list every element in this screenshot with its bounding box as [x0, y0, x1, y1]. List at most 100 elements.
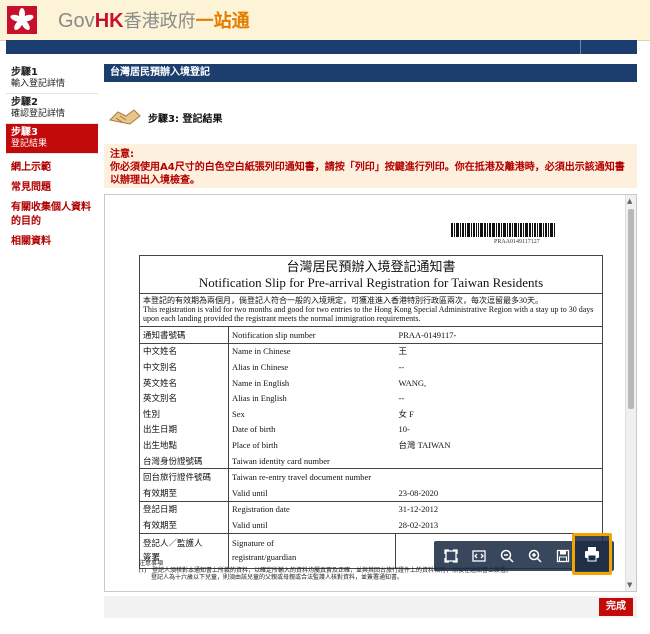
field-value: [396, 453, 603, 469]
field-value: [395, 468, 602, 485]
signature-en-line-1: Signature of: [232, 537, 274, 548]
step-2-subtitle: 確認登記詳情: [11, 109, 66, 119]
bauhinia-logo-icon[interactable]: [7, 6, 37, 34]
field-value: 23-08-2020: [398, 487, 439, 498]
field-label-cn: 英文姓名: [140, 374, 229, 391]
pdf-viewer[interactable]: PRAA0149117127 台灣居民預辦入境登記通知書 Notificatio…: [104, 194, 637, 592]
field-label-cn: 回台旅行證件號碼: [140, 468, 229, 485]
barcode-icon: [451, 223, 555, 237]
done-button[interactable]: 完成: [599, 598, 633, 616]
field-label-cn: 有效期至: [140, 517, 229, 534]
field-label-cn: 出生日期: [140, 421, 229, 438]
field-label-en: Notification slip number: [228, 326, 396, 344]
step-label: 步驟3: 登記結果: [148, 114, 223, 125]
slip-validity-note: 本登記的有效期為兩個月，倘登記人符合一般的入境規定，可獲准進入香港特別行政區兩次…: [140, 293, 602, 326]
slip-note-en: This registration is valid for two month…: [143, 305, 594, 323]
logo-cn2: 一站通: [195, 11, 250, 32]
table-row: 中文別名 Alias in Chinese --: [140, 359, 602, 375]
field-value: 王: [395, 342, 602, 360]
field-value: --: [398, 393, 405, 404]
bottom-bar: [104, 596, 637, 618]
table-row: 回台旅行證件號碼 Taiwan re-entry travel document …: [140, 468, 602, 485]
field-label-en: Valid until: [232, 519, 268, 530]
table-row: 英文姓名 Name in English WANG,: [140, 374, 602, 391]
slip-title-cn: 台灣居民預辦入境登記通知書: [286, 259, 456, 274]
fit-width-icon[interactable]: [468, 545, 490, 567]
field-label-en: Valid until: [232, 487, 268, 498]
logo-gov: Gov: [58, 10, 95, 32]
field-label-cn: 英文別名: [140, 390, 229, 406]
fit-page-icon[interactable]: [440, 545, 462, 567]
notice-text: 你必須使用A4尺寸的白色空白紙張列印通知書，請按「列印」按鍵進行列印。你在抵港及…: [110, 162, 625, 186]
sidebar: 步驟1 輸入登記詳情 步驟2 確認登記詳情 步驟3 登記結果 網上示範 常見問題…: [6, 64, 98, 252]
sidebar-links: 網上示範 常見問題 有關收集個人資料的目的 相關資料: [6, 158, 98, 252]
field-label-en: Sex: [232, 408, 245, 419]
field-label-en: Name in Chinese: [228, 342, 396, 360]
field-label-cn: 出生地點: [140, 437, 229, 453]
top-nav-bar: [6, 40, 637, 54]
save-icon[interactable]: [552, 545, 574, 567]
notice-box: 注意: 你必須使用A4尺寸的白色空白紙張列印通知書，請按「列印」按鍵進行列印。你…: [104, 144, 637, 188]
zoom-in-icon[interactable]: [524, 545, 546, 567]
field-label-en: Taiwan identity card number: [232, 455, 330, 466]
step-3-title: 步驟3: [11, 127, 38, 138]
sidebar-link-related[interactable]: 相關資料: [6, 232, 98, 252]
field-label-en: Alias in English: [232, 393, 287, 404]
field-label-en: Name in English: [232, 377, 290, 388]
field-label-en: Taiwan re-entry travel document number: [228, 468, 396, 485]
table-row: 性別 Sex 女 F: [140, 405, 602, 422]
print-button[interactable]: [572, 533, 612, 575]
viewer-scrollbar[interactable]: ▲ ▼: [625, 195, 636, 591]
field-value: 28-02-2013: [398, 519, 439, 530]
field-label-cn: 中文姓名: [140, 342, 229, 360]
field-value: 台灣 TAIWAN: [398, 439, 451, 450]
notification-slip: 台灣居民預辦入境登記通知書 Notification Slip for Pre-…: [139, 255, 603, 569]
step-2-title: 步驟2: [11, 97, 38, 108]
field-value: --: [398, 361, 405, 372]
field-label-cn: 通知書號碼: [140, 326, 229, 344]
logo-hk: HK: [94, 10, 124, 32]
table-row: 登記日期 Registration date 31-12-2012: [140, 500, 602, 518]
page-title: 台灣居民預辦入境登記: [104, 64, 637, 82]
field-label-en: Date of birth: [232, 424, 276, 435]
print-icon[interactable]: [581, 543, 603, 565]
scroll-thumb[interactable]: [628, 209, 634, 409]
sidebar-step-3: 步驟3 登記結果: [6, 124, 98, 154]
step-1-title: 步驟1: [11, 67, 38, 78]
table-row: 中文姓名 Name in Chinese 王: [140, 342, 602, 360]
table-row: 通知書號碼 Notification slip number PRAA-014911…: [140, 326, 602, 344]
slip-details-table: 通知書號碼 Notification slip number PRAA-014911…: [140, 326, 602, 568]
field-value: PRAA-0149117-: [395, 326, 602, 344]
sidebar-step-1: 步驟1 輸入登記詳情: [6, 64, 98, 94]
zoom-out-icon[interactable]: [496, 545, 518, 567]
notice-heading: 注意:: [110, 149, 134, 160]
step-1-subtitle: 輸入登記詳情: [11, 79, 66, 89]
field-value: WANG,: [398, 377, 427, 388]
sidebar-link-demo[interactable]: 網上示範: [6, 158, 98, 178]
footnote-line-2: 登記人為十六歲以下兒童，則須由該兒童的父親或母親或合法監護人核對資料，並簽署通知…: [139, 575, 404, 581]
logo-cn: 香港政府: [123, 11, 196, 32]
site-header: GovHK香港政府一站通: [0, 0, 650, 41]
slip-note-cn: 本登記的有效期為兩個月，倘登記人符合一般的入境規定，可獲准進入香港特別行政區兩次…: [143, 296, 543, 305]
field-label-cn: 台灣身份證號碼: [140, 452, 229, 469]
field-label-cn: 中文別名: [140, 359, 229, 375]
sidebar-step-2: 步驟2 確認登記詳情: [6, 94, 98, 124]
field-label-cn: 有效期至: [140, 484, 229, 502]
govhk-logo-text[interactable]: GovHK香港政府一站通: [58, 8, 250, 34]
signature-cn-line-1: 登記人／監護人: [143, 537, 203, 548]
table-row: 出生地點 Place of birth 台灣 TAIWAN: [140, 437, 602, 453]
table-row: 台灣身份證號碼 Taiwan identity card number: [140, 452, 603, 469]
field-label-en: Registration date: [228, 500, 396, 518]
table-row: 英文別名 Alias in English --: [140, 390, 602, 406]
table-row: 有效期至 Valid until 23-08-2020: [140, 484, 602, 502]
slip-title-en: Notification Slip for Pre-arrival Regist…: [198, 275, 544, 290]
field-label-en: Place of birth: [232, 439, 278, 450]
table-row: 出生日期 Date of birth 10-: [140, 421, 602, 438]
scroll-up-icon[interactable]: ▲: [627, 197, 632, 205]
step-3-subtitle: 登記結果: [11, 139, 48, 149]
scroll-down-icon[interactable]: ▼: [627, 581, 632, 589]
field-value: 女 F: [398, 408, 414, 419]
sidebar-link-privacy[interactable]: 有關收集個人資料的目的: [6, 198, 98, 232]
sidebar-link-faq[interactable]: 常見問題: [6, 178, 98, 198]
table-row: 有效期至 Valid until 28-02-2013: [140, 517, 602, 534]
